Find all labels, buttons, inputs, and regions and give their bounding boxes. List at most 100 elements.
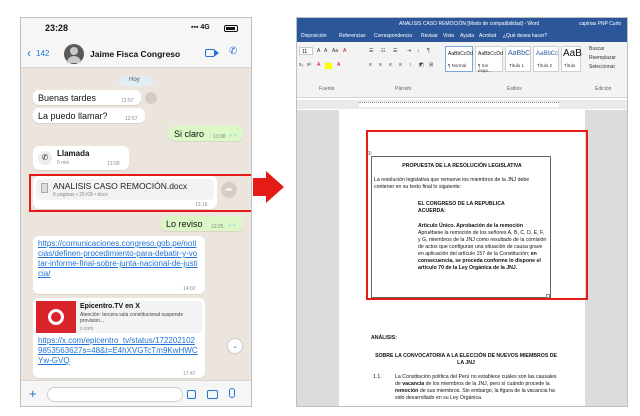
forward-icon[interactable] [145, 92, 157, 104]
sort-icon[interactable]: ↕ [417, 48, 420, 54]
tab-ayuda[interactable]: Ayuda [460, 33, 474, 39]
highlight-color-icon[interactable] [325, 63, 332, 69]
select-button[interactable]: Seleccionar [589, 64, 615, 70]
phone-call-icon[interactable]: ✆ [229, 46, 237, 57]
pilcrow-icon[interactable]: ¶ [427, 48, 430, 54]
align-right-icon[interactable]: ≡ [389, 62, 392, 68]
style-normal[interactable]: AaBbCcDd ¶ Normal [445, 46, 473, 72]
change-case-icon[interactable]: Aa [332, 48, 338, 54]
status-bar: 23:28 ▪▪▪ 4G [21, 18, 251, 40]
style-label: ¶ Normal [448, 63, 467, 68]
group-label-styles: Estilos [507, 86, 522, 92]
preview-description: Atención: tercera sala constitucional su… [80, 312, 184, 324]
incoming-message[interactable]: La puedo llamar? 12:57 [33, 108, 145, 123]
style-preview: AaBbCcDd [478, 51, 503, 57]
bullets-icon[interactable]: ☰ [369, 48, 373, 54]
preview-title: Epicentro.TV en X [80, 303, 140, 310]
back-chevron-icon[interactable]: ‹ [27, 46, 31, 60]
message-time: 13:25 [211, 224, 224, 230]
tab-referencias[interactable]: Referencias [339, 33, 366, 39]
align-left-icon[interactable]: ≡ [369, 62, 372, 68]
microphone-icon[interactable] [229, 388, 235, 398]
message-link[interactable]: https://x.com/epicentro_tv/status/172202… [38, 336, 198, 366]
tab-correspondencia[interactable]: Correspondencia [374, 33, 412, 39]
scroll-down-icon[interactable]: ⌄ [227, 338, 243, 354]
back-count[interactable]: 142 [36, 49, 49, 58]
arrow-head-icon [266, 171, 284, 203]
style-no-spacing[interactable]: AaBbCcDd ¶ Sin espa... [475, 46, 503, 73]
ruler-scale [359, 102, 559, 107]
superscript-icon[interactable]: x² [307, 62, 311, 68]
font-shrink-icon[interactable]: A [324, 48, 327, 54]
message-input[interactable] [47, 387, 183, 402]
font-grow-icon[interactable]: A [317, 48, 320, 54]
shading-icon[interactable]: ◩ [419, 62, 424, 68]
tab-revisar[interactable]: Revisar [421, 33, 438, 39]
message-time: 17:47 [183, 371, 196, 377]
style-preview: AaBbC [508, 50, 531, 57]
outgoing-message[interactable]: Si claro 13:08 ✓✓ [169, 126, 243, 141]
style-label: Título 2 [537, 63, 553, 68]
style-heading-2[interactable]: AaBbCc Título 2 [533, 46, 559, 72]
font-size-select[interactable]: 11 [299, 47, 313, 55]
find-button[interactable]: Buscar [589, 46, 605, 52]
signal-icon: ▪▪▪ 4G [191, 24, 210, 31]
camera-icon[interactable] [207, 390, 218, 399]
link-preview-card[interactable]: Epicentro.TV en X Atención: tercera sala… [36, 301, 202, 333]
line-spacing-icon[interactable]: ↕ [409, 62, 412, 68]
style-preview: AaB [563, 48, 582, 59]
style-heading-1[interactable]: AaBbC Título 1 [505, 46, 531, 72]
video-call-icon[interactable] [205, 49, 215, 57]
avatar[interactable] [64, 44, 84, 64]
tell-me-input[interactable]: ¿Qué desea hacer? [503, 33, 547, 39]
message-time: 13:08 [213, 134, 226, 140]
tab-acrobat[interactable]: Acrobat [479, 33, 496, 39]
numbering-icon[interactable]: ☷ [381, 48, 385, 54]
item-text: de sus miembros. Sin embargo, la figura … [395, 388, 555, 401]
multilevel-icon[interactable]: ☰ [393, 48, 397, 54]
message-link[interactable]: https://comunicaciones.congreso.gob.pe/n… [38, 239, 198, 279]
style-label: ¶ Sin espa... [478, 63, 492, 73]
status-time: 23:28 [45, 23, 69, 33]
date-chip-label: Hoy [129, 77, 140, 83]
message-time: 13:09 [107, 161, 120, 167]
style-label: Título [564, 63, 576, 68]
tab-disposicion[interactable]: Disposición [301, 33, 327, 39]
group-label-font: Fuente [319, 86, 335, 92]
call-message[interactable]: ✆ Llamada 5 min 13:09 [33, 146, 129, 170]
style-preview: AaBbCcDd [448, 51, 473, 57]
borders-icon[interactable]: ⊞ [429, 62, 433, 68]
tab-vista[interactable]: Vista [443, 33, 454, 39]
message-time: 12:57 [121, 98, 134, 104]
item-bold: remoción [395, 388, 419, 394]
message-composer: + [21, 380, 251, 406]
clear-format-icon[interactable]: A [343, 48, 346, 54]
attach-plus-icon[interactable]: + [29, 386, 37, 401]
justify-icon[interactable]: ≡ [399, 62, 402, 68]
section-title-line-2: LA JNJ [457, 360, 475, 366]
read-receipt-icon: ✓✓ [229, 133, 238, 139]
message-time: 14:02 [183, 286, 196, 292]
contact-name[interactable]: Jaime Fisca Congreso [90, 49, 180, 59]
outgoing-message[interactable]: Lo reviso 13:25 ✓✓ [161, 216, 243, 231]
ruler[interactable] [297, 100, 627, 109]
incoming-message[interactable]: Buenas tardes 12:57 [33, 90, 141, 105]
replace-button[interactable]: Reemplazar [589, 55, 616, 61]
subscript-icon[interactable]: x₂ [299, 62, 303, 68]
font-size-value: 11 [302, 49, 308, 55]
style-title[interactable]: AaB Título [561, 46, 582, 72]
style-preview: AaBbCc [536, 51, 559, 57]
text-effects-icon[interactable]: A [317, 62, 320, 68]
align-center-icon[interactable]: ≡ [379, 62, 382, 68]
item-text: de los miembros de la JNJ, pero sí cuánd… [425, 381, 550, 387]
message-text: Si claro [174, 129, 205, 139]
font-color-icon[interactable]: A [337, 62, 340, 68]
sticker-icon[interactable] [187, 390, 196, 399]
indent-icon[interactable]: ⇥ [407, 48, 411, 54]
link-preview-message[interactable]: Epicentro.TV en X Atención: tercera sala… [33, 298, 205, 378]
analysis-heading: ANÁLISIS: [371, 335, 397, 341]
highlight-box [29, 174, 251, 212]
link-message[interactable]: https://comunicaciones.congreso.gob.pe/n… [33, 236, 205, 294]
window-title: ANALISIS CASO REMOCIÓN [Modo de compatib… [399, 21, 540, 27]
user-name[interactable]: capirias PNP Curlo [579, 21, 621, 27]
